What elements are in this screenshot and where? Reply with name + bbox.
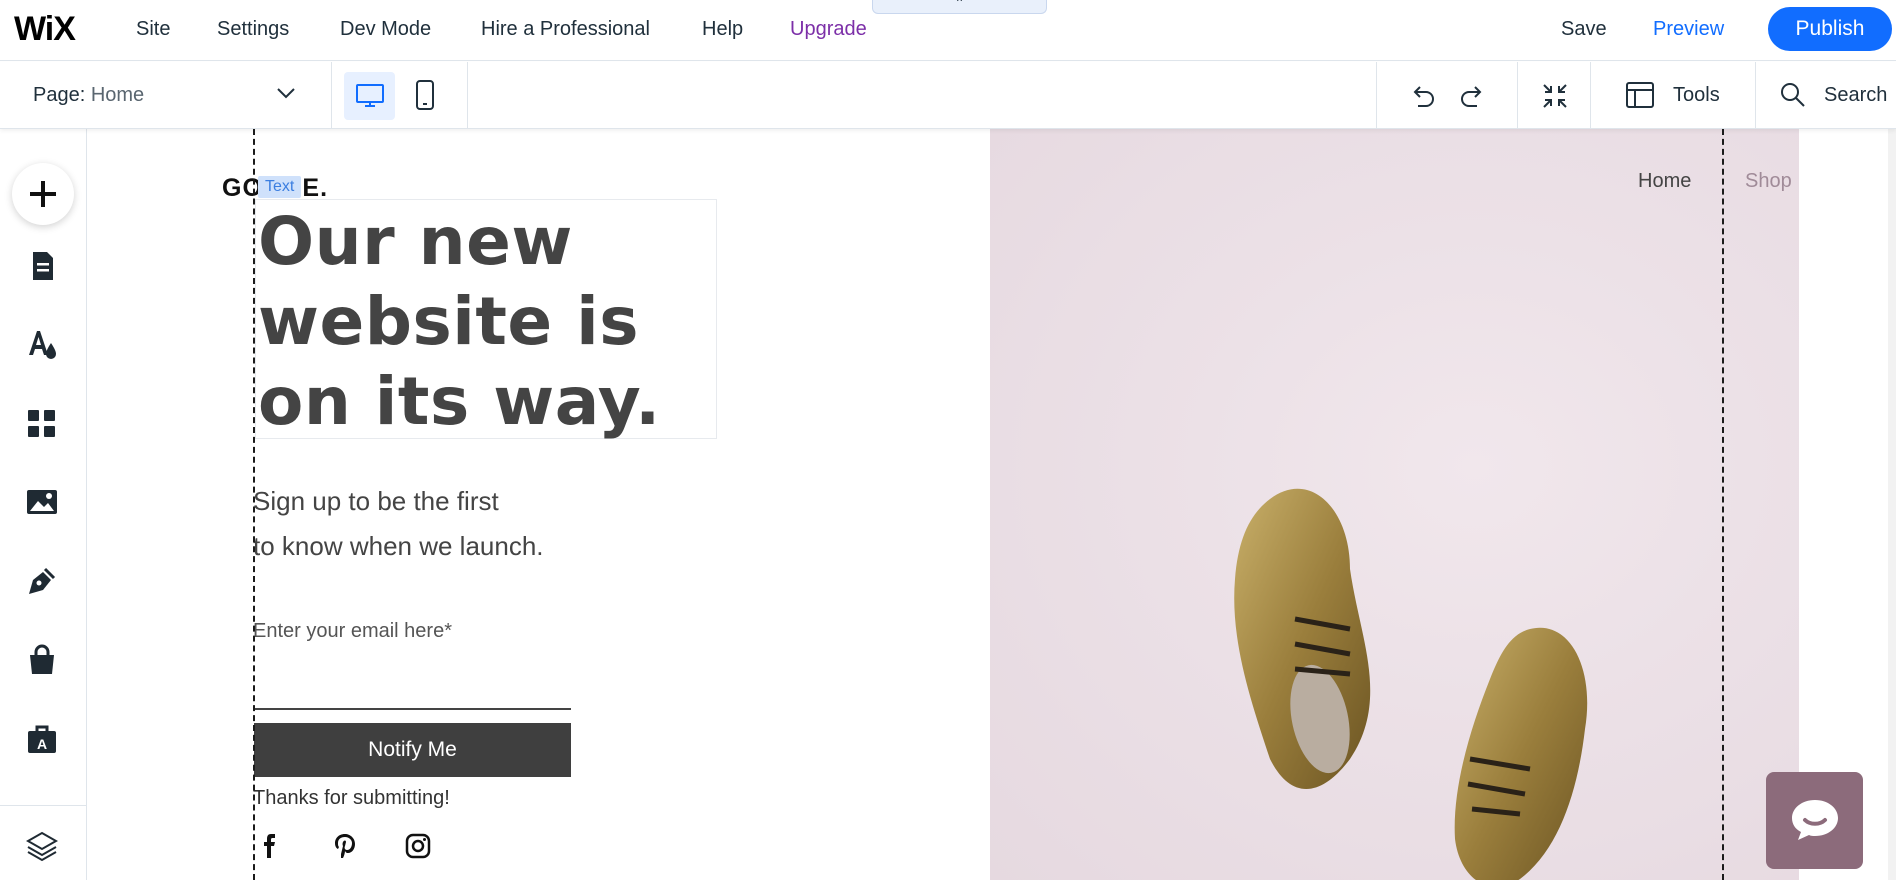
editor-top-bar: WiX Site Settings Dev Mode Hire a Profes… — [0, 0, 1896, 61]
toolbar-divider — [1376, 62, 1377, 129]
publish-button[interactable]: Publish — [1768, 7, 1892, 51]
add-elements-button[interactable] — [12, 163, 74, 225]
chevron-down-icon[interactable] — [276, 86, 296, 100]
design-icon[interactable] — [25, 327, 59, 361]
store-icon[interactable] — [25, 643, 59, 677]
toolbar-divider — [1755, 62, 1756, 129]
subheading-line: to know when we launch. — [253, 531, 544, 561]
menu-dev-mode[interactable]: Dev Mode — [340, 18, 431, 40]
shoes-photo — [1234, 488, 1588, 880]
toolbar-divider — [467, 62, 468, 129]
undo-icon[interactable] — [1410, 84, 1436, 108]
layers-icon[interactable] — [25, 829, 59, 863]
email-input[interactable] — [254, 708, 571, 710]
tools-icon[interactable] — [1626, 82, 1654, 108]
page-selector-name: Home — [90, 84, 145, 106]
headline-text[interactable]: Our new website is on its way. — [258, 202, 718, 442]
facebook-icon[interactable] — [262, 833, 280, 859]
search-button[interactable]: Search — [1824, 84, 1887, 107]
email-field-label: Enter your email here* — [253, 620, 452, 642]
subheading-line: Sign up to be the first — [253, 486, 499, 516]
toolbar-divider — [1517, 62, 1518, 129]
sidebar-divider — [0, 805, 87, 806]
menu-site[interactable]: Site — [136, 18, 170, 40]
wix-logo: WiX — [14, 10, 76, 48]
zoom-out-icon[interactable] — [1542, 83, 1568, 109]
menu-upgrade[interactable]: Upgrade — [790, 18, 867, 40]
chat-icon — [1792, 800, 1838, 840]
search-icon[interactable] — [1780, 82, 1806, 108]
page-selector[interactable]: Page: Home — [33, 84, 144, 107]
menu-hire-professional[interactable]: Hire a Professional — [481, 18, 650, 40]
pinterest-icon[interactable] — [333, 833, 357, 859]
toolbar-divider — [1590, 62, 1591, 129]
grid-guide-right — [1722, 129, 1724, 880]
toolbar-divider — [331, 62, 332, 129]
subheading-text[interactable]: Sign up to be the first to know when we … — [253, 479, 673, 569]
desktop-icon — [356, 84, 384, 107]
page-selector-prefix: Page: — [33, 84, 86, 106]
pages-icon[interactable] — [25, 249, 59, 283]
portfolio-icon[interactable]: A — [25, 722, 59, 756]
site-nav-home[interactable]: Home — [1638, 170, 1691, 193]
svg-text:A: A — [37, 736, 47, 752]
redo-icon[interactable] — [1459, 84, 1485, 108]
media-icon[interactable] — [25, 485, 59, 519]
grid-guide-left — [253, 129, 255, 880]
canvas-scrollbar[interactable] — [1888, 129, 1896, 880]
site-nav-shop[interactable]: Shop — [1745, 170, 1792, 193]
selected-element-badge: Text — [258, 176, 302, 198]
left-sidebar: A — [0, 129, 87, 880]
mobile-icon[interactable] — [416, 80, 434, 110]
chevron-up-icon: ⌃ — [954, 0, 965, 10]
notify-me-button[interactable]: Notify Me — [254, 723, 571, 777]
save-button[interactable]: Save — [1561, 18, 1607, 41]
blog-icon[interactable] — [25, 564, 59, 598]
preview-button[interactable]: Preview — [1653, 18, 1724, 41]
instagram-icon[interactable] — [405, 833, 431, 859]
hero-image[interactable] — [990, 129, 1799, 880]
submission-message: Thanks for submitting! — [253, 787, 450, 809]
menu-help[interactable]: Help — [702, 18, 743, 40]
chat-button[interactable] — [1766, 772, 1863, 869]
tools-button[interactable]: Tools — [1673, 84, 1720, 107]
desktop-view-button[interactable] — [344, 72, 395, 120]
editor-toolbar: Page: Home Tools Search — [0, 62, 1896, 129]
collapse-topbar-tab[interactable]: ⌃ — [872, 0, 1047, 14]
add-icon — [30, 181, 56, 207]
menu-settings[interactable]: Settings — [217, 18, 289, 40]
apps-icon[interactable] — [25, 407, 59, 441]
